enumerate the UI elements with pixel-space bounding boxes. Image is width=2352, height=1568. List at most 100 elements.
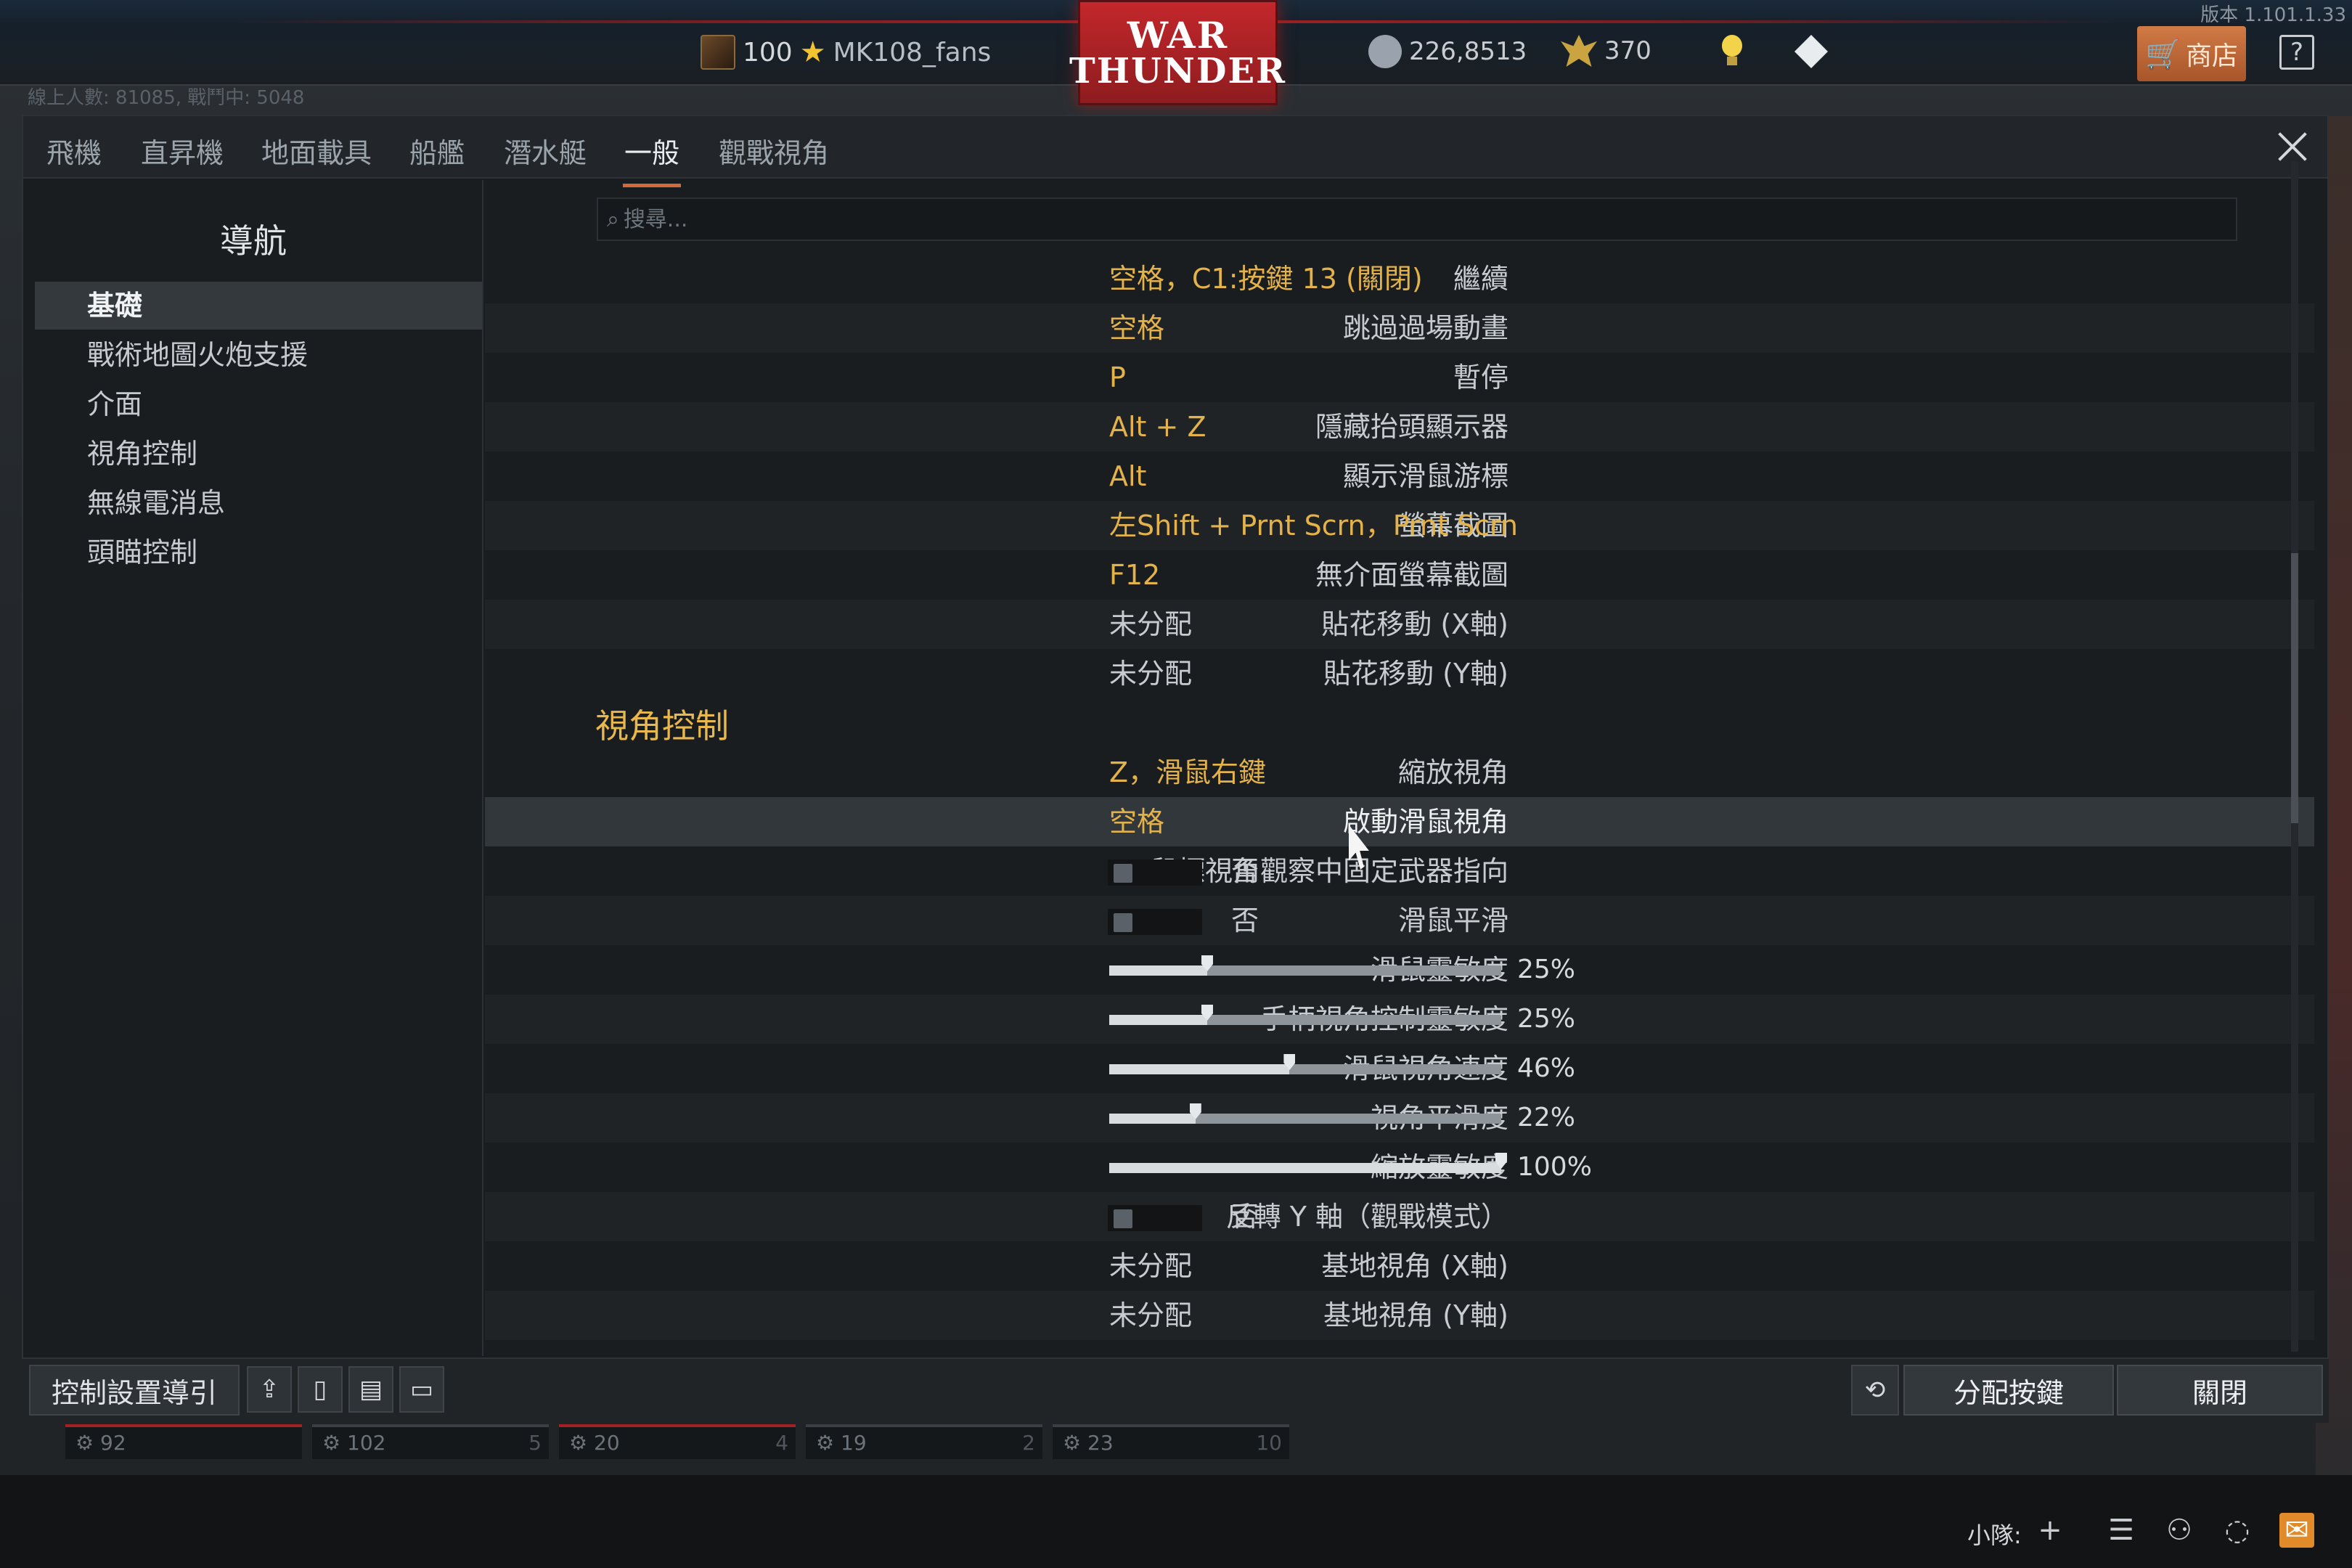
setting-row[interactable]: 鼠標視角觀察中固定武器指向 否 (485, 846, 2314, 896)
rank-badge-icon (701, 35, 735, 70)
setting-row-selected[interactable]: 啟動滑鼠視角 空格 (485, 797, 2314, 846)
setting-row[interactable]: 視角平滑度 22% (485, 1093, 2314, 1143)
setting-row[interactable]: 無介面螢幕截圖 F12 (485, 550, 2314, 600)
mail-icon[interactable]: ✉ (2279, 1513, 2314, 1548)
help-button[interactable]: ? (2279, 35, 2314, 70)
setting-row[interactable]: 基地視角 (Y軸) 未分配 (485, 1291, 2314, 1340)
setting-label: 暫停 (1453, 362, 1508, 393)
save-icon[interactable]: ▤ (348, 1366, 393, 1413)
reset-controls-icon[interactable]: ⟲ (1851, 1365, 1899, 1416)
setting-row[interactable]: 貼花移動 (Y軸) 未分配 (485, 649, 2314, 698)
open-folder-icon[interactable]: ▭ (399, 1366, 444, 1413)
setting-row[interactable]: 暫停 P (485, 353, 2314, 402)
slot-count: 4 (775, 1431, 788, 1455)
setting-row[interactable]: 滑鼠視角速度 46% (485, 1044, 2314, 1093)
setting-row[interactable]: 繼續 空格，C1:按鍵 13 (關閉) (485, 254, 2314, 303)
nav-item-view-control[interactable]: 視角控制 (35, 430, 482, 478)
setting-row[interactable]: 貼花移動 (X軸) 未分配 (485, 600, 2314, 649)
slider-fill (1109, 1114, 1196, 1124)
checkbox-toggle[interactable] (1108, 1205, 1202, 1231)
version-label: 版本 1.101.1.33 (2200, 4, 2346, 26)
golden-eagles[interactable]: 370 (1561, 35, 1651, 67)
setting-value: 空格，C1:按鍵 13 (關閉) (1109, 263, 1423, 295)
tab-aircraft[interactable]: 飛機 (45, 131, 103, 184)
silver-lions[interactable]: 226,8513 (1368, 35, 1527, 68)
slider-fill (1109, 1064, 1290, 1074)
scrollbar-thumb[interactable] (2291, 553, 2298, 823)
crew-slot[interactable]: ⚙ 102 5 (312, 1424, 549, 1459)
setting-value: Z，滑鼠右鍵 (1109, 756, 1267, 788)
setting-row[interactable]: 跳過過場動畫 空格 (485, 303, 2314, 353)
rank-level: 100 (743, 37, 793, 68)
shop-button[interactable]: 🛒 商店 (2137, 26, 2246, 81)
setting-row[interactable]: 手柄視角控制靈敏度 25% (485, 995, 2314, 1044)
scrollbar[interactable] (2291, 161, 2298, 1352)
tab-submarine[interactable]: 潛水艇 (502, 131, 588, 184)
search-input[interactable] (623, 206, 2075, 232)
setting-row[interactable]: 基地視角 (X軸) 未分配 (485, 1241, 2314, 1291)
setting-row[interactable]: 縮放靈敏度 100% (485, 1143, 2314, 1192)
setting-row[interactable]: 反轉 Y 軸（觀戰模式） 否 (485, 1192, 2314, 1241)
logo-line-1: WAR (1127, 13, 1229, 57)
checkbox-knob (1114, 1209, 1132, 1228)
dialog-footer: 控制設置導引 ⇪ ▯ ▤ ▭ ⟲ 分配按鍵 關閉 (22, 1357, 2329, 1423)
slider-value: 25% (1517, 1004, 1576, 1034)
nav-item-basics[interactable]: 基礎 (35, 282, 482, 330)
player-info[interactable]: 100 ★ MK108_fans (701, 35, 991, 70)
crew-slot[interactable]: ⚙ 23 10 (1053, 1424, 1289, 1459)
checkbox-toggle[interactable] (1108, 909, 1202, 935)
assign-keys-button[interactable]: 分配按鍵 (1903, 1365, 2114, 1416)
crew-slot[interactable]: ⚙ 19 2 (806, 1424, 1042, 1459)
checkbox-toggle[interactable] (1108, 859, 1202, 886)
nav-item-head-tracking[interactable]: 頭瞄控制 (35, 528, 482, 576)
new-file-icon[interactable]: ▯ (298, 1366, 343, 1413)
slot-value: 19 (841, 1431, 867, 1455)
slider-track[interactable] (1109, 1153, 1507, 1173)
slot-count: 2 (1022, 1431, 1035, 1455)
controls-guide-button[interactable]: 控制設置導引 (29, 1365, 240, 1416)
setting-row[interactable]: 滑鼠靈敏度 25% (485, 945, 2314, 995)
setting-row[interactable]: 隱藏抬頭顯示器 Alt + Z (485, 402, 2314, 452)
slider-track[interactable] (1109, 1103, 1501, 1124)
setting-row[interactable]: 顯示滑鼠游標 Alt (485, 452, 2314, 501)
setting-row[interactable]: 縮放視角 Z，滑鼠右鍵 (485, 748, 2314, 797)
checkbox-knob (1114, 864, 1132, 883)
setting-value: 未分配 (1109, 658, 1193, 690)
crew-slots: ⚙ 92 ⚙ 102 5 ⚙ 20 4 ⚙ 19 2 ⚙ 23 10 (65, 1424, 1289, 1459)
search-bar[interactable]: ⌕ (597, 197, 2237, 241)
tab-spectator[interactable]: 觀戰視角 (717, 131, 830, 184)
diamond-icon[interactable] (1794, 35, 1828, 68)
slider-value: 22% (1517, 1103, 1576, 1132)
slot-value: 92 (100, 1431, 126, 1455)
upload-icon[interactable]: ⇪ (247, 1366, 292, 1413)
slider-track[interactable] (1109, 955, 1501, 976)
setting-label: 滑鼠平滑 (1397, 905, 1508, 936)
lightbulb-icon[interactable] (1719, 35, 1745, 68)
crew-slot[interactable]: ⚙ 20 4 (559, 1424, 796, 1459)
nav-item-artillery[interactable]: 戰術地圖火炮支援 (35, 331, 482, 379)
add-squad-icon[interactable]: + (2033, 1513, 2067, 1548)
silver-lions-value: 226,8513 (1409, 37, 1527, 66)
setting-row[interactable]: 螢幕截圖 左Shift + Prnt Scrn，Prnt Scrn (485, 501, 2314, 550)
nav-item-radio[interactable]: 無線電消息 (35, 479, 482, 527)
slider-track[interactable] (1109, 1054, 1501, 1074)
chat-icon[interactable]: ◌ (2220, 1513, 2255, 1548)
contacts-icon[interactable]: ⚇ (2162, 1513, 2197, 1548)
slider-value: 46% (1517, 1053, 1576, 1083)
slider-track[interactable] (1109, 1005, 1501, 1025)
search-icon: ⌕ (607, 206, 619, 232)
tab-helicopter[interactable]: 直昇機 (139, 131, 225, 184)
crew-slot[interactable]: ⚙ 92 (65, 1424, 302, 1459)
setting-label: 鼠標視角觀察中固定武器指向 (1149, 855, 1508, 887)
slot-value: 20 (594, 1431, 620, 1455)
slot-count: 10 (1256, 1431, 1282, 1455)
setting-label: 跳過過場動畫 (1342, 312, 1508, 344)
setting-row[interactable]: 滑鼠平滑 否 (485, 896, 2314, 945)
close-button[interactable]: 關閉 (2117, 1365, 2323, 1416)
tab-ground-vehicles[interactable]: 地面載具 (260, 131, 373, 184)
war-thunder-logo: WAR THUNDER (1069, 0, 1285, 105)
tab-ships[interactable]: 船艦 (408, 131, 466, 184)
nav-item-interface[interactable]: 介面 (35, 380, 482, 428)
tab-general[interactable]: 一般 (623, 131, 682, 187)
list-icon[interactable]: ☰ (2104, 1513, 2139, 1548)
